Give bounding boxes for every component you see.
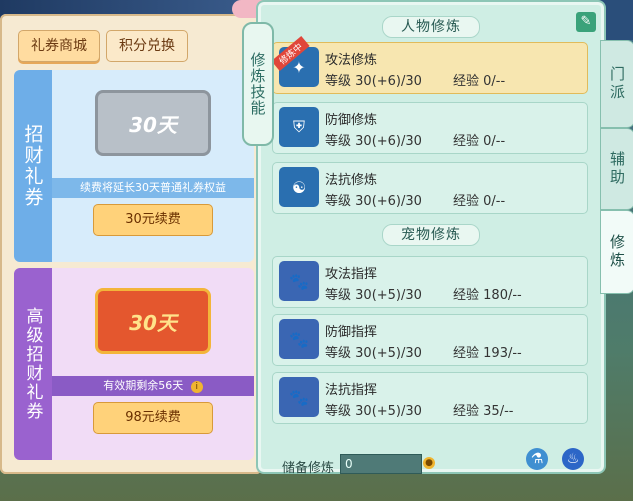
cultivation-row-defense[interactable]: ⛨ 防御修炼 等级 30(+6)/30 经验 0/-- (272, 102, 588, 154)
pet-attack-icon: 🐾 (279, 261, 319, 301)
skill-name: 防御修炼 (325, 113, 378, 128)
exp-text: 经验 180/-- (453, 288, 522, 303)
card-body: 30天 有效期剩余56天 i 98元续费 (52, 268, 254, 460)
cultivation-row-pet-defense[interactable]: 🐾 防御指挥 等级 30(+5)/30 经验 193/-- (272, 314, 588, 366)
reserve-label: 储备修炼 (282, 461, 335, 476)
tab-sect[interactable]: 门派 (600, 40, 633, 128)
tab-points-exchange[interactable]: 积分兑换 (106, 30, 188, 62)
skill-name: 防御指挥 (325, 325, 378, 340)
cultivation-row-magic-resist[interactable]: ☯ 法抗修炼 等级 30(+6)/30 经验 0/-- (272, 162, 588, 214)
skill-name: 攻法修炼 (325, 53, 378, 68)
card-description: 续费将延长30天普通礼券权益 (52, 178, 254, 198)
skill-name: 法抗修炼 (325, 173, 378, 188)
cultivation-row-pet-resist[interactable]: 🐾 法抗指挥 等级 30(+5)/30 经验 35/-- (272, 372, 588, 424)
potion-icon[interactable]: ⚗ (526, 448, 548, 470)
tab-assist[interactable]: 辅助 (600, 128, 633, 210)
flame-icon[interactable]: ♨ (562, 448, 584, 470)
renew-30-button[interactable]: 30元续费 (93, 204, 213, 236)
level-text: 等级 30(+5)/30 (325, 404, 422, 419)
exp-text: 经验 0/-- (453, 134, 506, 149)
ticket-label: 30天 (129, 310, 177, 335)
coin-icon: ● (423, 457, 435, 469)
cultivation-panel: ✎ 人物修炼 ✦ 修炼中 攻法修炼 等级 30(+6)/30 经验 0/-- ⛨… (256, 0, 606, 476)
pet-defense-icon: 🐾 (279, 319, 319, 359)
voucher-card-basic: 招财礼券 30天 续费将延长30天普通礼券权益 30元续费 (14, 70, 254, 262)
ticket-label: 30天 (129, 112, 177, 137)
level-text: 等级 30(+5)/30 (325, 288, 422, 303)
level-text: 等级 30(+6)/30 (325, 194, 422, 209)
exp-text: 经验 0/-- (453, 74, 506, 89)
exp-text: 经验 193/-- (453, 346, 522, 361)
ticket-icon: 30天 (95, 90, 211, 156)
section-title-character: 人物修炼 (258, 16, 604, 38)
level-text: 等级 30(+6)/30 (325, 74, 422, 89)
exp-text: 经验 35/-- (453, 404, 514, 419)
defense-icon: ⛨ (279, 107, 319, 147)
tab-cultivation[interactable]: 修炼 (600, 210, 633, 294)
voucher-card-premium: 高级招财礼券 30天 有效期剩余56天 i 98元续费 (14, 268, 254, 460)
validity-text: 有效期剩余56天 (103, 379, 184, 392)
level-text: 等级 30(+5)/30 (325, 346, 422, 361)
magic-resist-icon: ☯ (279, 167, 319, 207)
exp-text: 经验 0/-- (453, 194, 506, 209)
skill-name: 法抗指挥 (325, 383, 378, 398)
cultivation-skill-tab[interactable]: 修炼技能 (242, 22, 274, 146)
cultivation-row-pet-attack[interactable]: 🐾 攻法指挥 等级 30(+5)/30 经验 180/-- (272, 256, 588, 308)
level-text: 等级 30(+6)/30 (325, 134, 422, 149)
reserve-input[interactable]: 0 (340, 454, 422, 474)
card-body: 30天 续费将延长30天普通礼券权益 30元续费 (52, 70, 254, 262)
skill-name: 攻法指挥 (325, 267, 378, 282)
shop-panel: 礼券商城 积分兑换 招财礼券 30天 续费将延长30天普通礼券权益 30元续费 … (0, 14, 262, 474)
pet-resist-icon: 🐾 (279, 377, 319, 417)
cultivation-row-attack[interactable]: ✦ 修炼中 攻法修炼 等级 30(+6)/30 经验 0/-- (271, 35, 588, 94)
section-title-pet: 宠物修炼 (258, 224, 604, 246)
info-icon[interactable]: i (190, 381, 203, 393)
ticket-icon: 30天 (95, 288, 211, 354)
tab-voucher-mall[interactable]: 礼券商城 (18, 30, 100, 62)
card-description: 有效期剩余56天 i (52, 376, 254, 396)
renew-98-button[interactable]: 98元续费 (93, 402, 213, 434)
card-side-label: 招财礼券 (14, 70, 52, 262)
card-side-label: 高级招财礼券 (14, 268, 52, 460)
